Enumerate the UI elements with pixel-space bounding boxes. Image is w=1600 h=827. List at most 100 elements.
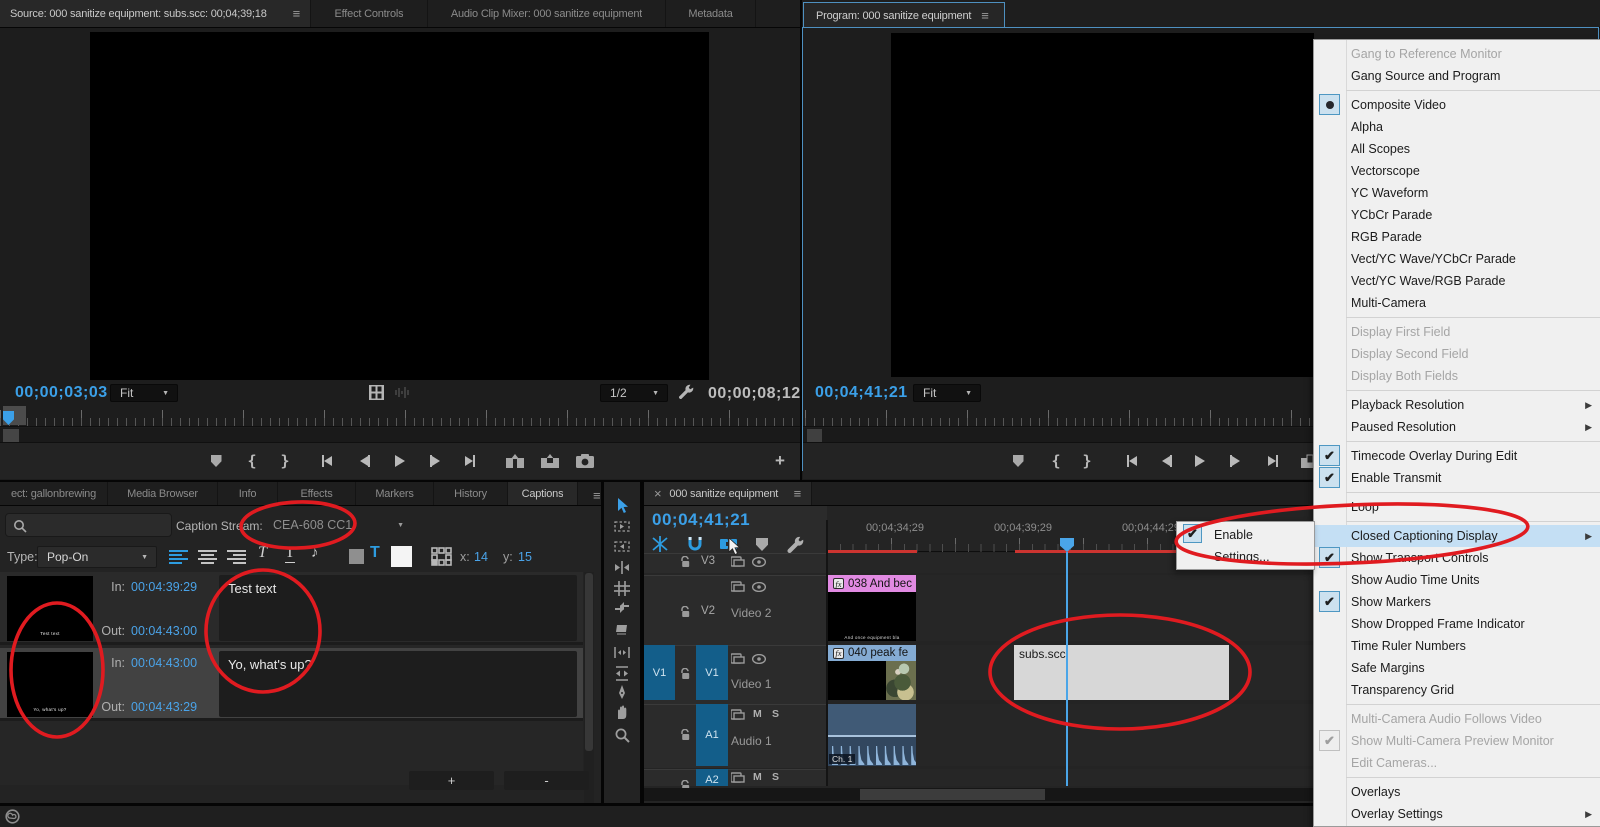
panel-menu-icon[interactable]: ≡	[981, 8, 989, 23]
menu-item-enable-transmit[interactable]: ✔ Enable Transmit	[1314, 467, 1600, 489]
menu-item-loop[interactable]: Loop	[1314, 496, 1600, 518]
menu-item-vect-yc-wave-ycbcr-parade[interactable]: Vect/YC Wave/YCbCr Parade	[1314, 248, 1600, 270]
menu-item-paused-resolution[interactable]: Paused Resolution ▶	[1314, 416, 1600, 438]
menu-item-ycbcr-parade[interactable]: YCbCr Parade	[1314, 204, 1600, 226]
caption-row[interactable]: Yo, what's up? In: 00:04:43:00 Out: 00:04:43…	[0, 648, 583, 721]
tab-metadata[interactable]: Metadata	[666, 0, 756, 27]
menu-item-yc-waveform[interactable]: YC Waveform	[1314, 182, 1600, 204]
tool-track-select-backward[interactable]	[614, 538, 630, 556]
play-button[interactable]	[389, 450, 411, 472]
source-scrollbar[interactable]	[0, 428, 800, 443]
remove-caption-button[interactable]: -	[504, 771, 589, 790]
clip-040[interactable]: fx 040 peak fe	[828, 645, 916, 700]
tab-effect-controls[interactable]: Effect Controls	[311, 0, 428, 27]
mark-out-button[interactable]: }	[1076, 450, 1098, 472]
track-output-eye-icon-v1[interactable]	[752, 654, 767, 665]
menu-item-show-transport-controls[interactable]: ✔ Show Transport Controls	[1314, 547, 1600, 569]
drag-audio-only-icon[interactable]	[394, 386, 412, 399]
fill-color-swatch[interactable]	[391, 546, 412, 567]
tab-program[interactable]: Program: 000 sanitize equipment ≡	[803, 2, 1005, 28]
menu-item-overlay-settings[interactable]: Overlay Settings ▶	[1314, 803, 1600, 825]
go-to-in-button[interactable]	[316, 450, 338, 472]
tab-history[interactable]: History	[434, 482, 508, 505]
tool-ripple-edit[interactable]	[614, 559, 630, 577]
caption-stream-select[interactable]: CEA-608 CC1 ▼	[263, 514, 410, 536]
caption-thumbnail[interactable]: Yo, what's up?	[7, 652, 93, 717]
play-button[interactable]	[1189, 450, 1211, 472]
menu-item-vectorscope[interactable]: Vectorscope	[1314, 160, 1600, 182]
sync-lock-icon-v1[interactable]	[731, 653, 746, 665]
mute-button-a2[interactable]: M	[753, 771, 765, 785]
add-marker-button[interactable]	[205, 450, 227, 472]
menu-item-show-dropped-frame-indicator[interactable]: Show Dropped Frame Indicator	[1314, 613, 1600, 635]
menu-item-show-markers[interactable]: ✔ Show Markers	[1314, 591, 1600, 613]
step-back-button[interactable]	[1156, 450, 1178, 472]
go-to-out-button[interactable]	[1262, 450, 1284, 472]
track-output-eye-icon-v2[interactable]	[752, 582, 767, 593]
menu-item-gang-source-and-program[interactable]: Gang Source and Program	[1314, 65, 1600, 87]
tool-rolling-edit[interactable]	[614, 580, 630, 598]
menu-item-time-ruler-numbers[interactable]: Time Ruler Numbers	[1314, 635, 1600, 657]
go-to-out-button[interactable]	[459, 450, 481, 472]
position-y-value[interactable]: 15	[518, 550, 532, 564]
track-patch-a1[interactable]: A1	[696, 704, 728, 766]
tab-source-000-sanitize-equi[interactable]: Source: 000 sanitize equipment: subs.scc…	[0, 0, 311, 27]
sync-lock-icon-a1[interactable]	[731, 709, 746, 721]
source-patch-v1[interactable]: V1	[644, 645, 675, 700]
italic-button[interactable]: T	[258, 544, 267, 562]
insert-button[interactable]	[504, 450, 526, 472]
underline-button[interactable]: T	[285, 544, 295, 563]
menu-item-overlays[interactable]: Overlays	[1314, 781, 1600, 803]
track-label-v2[interactable]: V2	[701, 605, 725, 619]
track-name-a1[interactable]: Audio 1	[731, 734, 791, 748]
submenu-item-enable[interactable]: ✔ Enable	[1177, 524, 1314, 546]
align-left-button[interactable]	[169, 550, 188, 564]
search-input[interactable]	[5, 513, 172, 537]
add-caption-button[interactable]: +	[409, 771, 494, 790]
caption-text-field[interactable]: Yo, what's up?	[219, 651, 577, 717]
caption-row[interactable]: Test text In: 00:04:39:29 Out: 00:04:43:00 Te…	[0, 572, 583, 645]
export-frame-button[interactable]	[574, 450, 596, 472]
settings-wrench-icon[interactable]	[678, 384, 695, 401]
track-name-v2[interactable]: Video 2	[731, 606, 791, 620]
position-x-value[interactable]: 14	[474, 550, 488, 564]
in-timecode[interactable]: 00:04:39:29	[131, 580, 197, 594]
add-marker-button[interactable]	[1007, 450, 1029, 472]
menu-item-multi-camera[interactable]: Multi-Camera	[1314, 292, 1600, 314]
caption-text-field[interactable]: Test text	[219, 575, 577, 641]
timeline-settings-wrench-icon[interactable]	[787, 536, 805, 554]
submenu-item-settings-[interactable]: Settings...	[1177, 546, 1314, 568]
menu-item-transparency-grid[interactable]: Transparency Grid	[1314, 679, 1600, 701]
tab-timeline-sequence[interactable]: × 000 sanitize equipment ≡	[644, 482, 812, 505]
solo-button-a2[interactable]: S	[772, 771, 784, 785]
sync-lock-icon-v2[interactable]	[731, 581, 746, 593]
tab-info[interactable]: Info	[218, 482, 278, 505]
clip-audio[interactable]: Ch. 1	[828, 704, 916, 766]
lock-icon-a1[interactable]	[680, 729, 692, 742]
source-scrub-ruler[interactable]	[0, 406, 800, 427]
tab-media-browser[interactable]: Media Browser	[108, 482, 218, 505]
in-timecode[interactable]: 00:04:43:00	[131, 656, 197, 670]
track-label-v3[interactable]: V3	[701, 555, 725, 569]
align-right-button[interactable]	[227, 550, 246, 564]
tool-rate-stretch[interactable]	[614, 601, 630, 619]
close-icon[interactable]: ×	[654, 486, 662, 501]
menu-item-closed-captioning-display[interactable]: Closed Captioning Display ▶	[1314, 525, 1600, 547]
captions-scrollbar[interactable]	[584, 572, 594, 803]
snap-toggle-icon[interactable]	[687, 536, 704, 552]
captions-panel-menu-icon[interactable]: ≡	[593, 488, 601, 503]
menu-item-vect-yc-wave-rgb-parade[interactable]: Vect/YC Wave/RGB Parade	[1314, 270, 1600, 292]
program-video-frame[interactable]	[891, 33, 1314, 377]
tab-captions[interactable]: Captions	[508, 482, 578, 505]
menu-item-safe-margins[interactable]: Safe Margins	[1314, 657, 1600, 679]
source-zoom-select[interactable]: Fit ▼	[110, 384, 178, 402]
lock-icon-v1[interactable]	[680, 668, 692, 681]
track-output-eye-icon-v3[interactable]	[752, 557, 767, 568]
track-name-v1[interactable]: Video 1	[731, 677, 791, 691]
source-resolution-select[interactable]: 1/2 ▼	[600, 384, 668, 402]
program-zoom-select[interactable]: Fit ▼	[913, 384, 981, 402]
menu-item-alpha[interactable]: Alpha	[1314, 116, 1600, 138]
panel-menu-icon[interactable]: ≡	[293, 6, 301, 21]
mark-out-button[interactable]: }	[274, 450, 296, 472]
tool-razor[interactable]	[614, 622, 630, 640]
